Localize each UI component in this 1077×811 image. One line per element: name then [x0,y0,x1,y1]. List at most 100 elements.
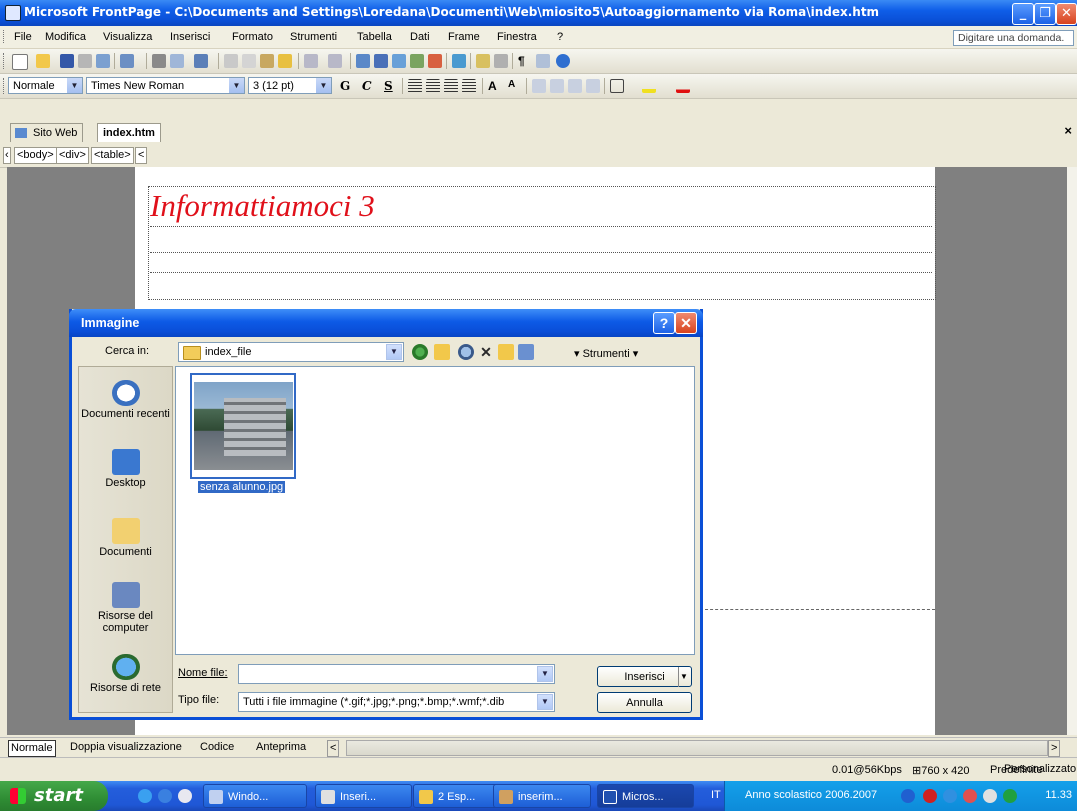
menu-visualizza[interactable]: Visualizza [103,31,152,43]
delete-icon[interactable]: ✕ [478,344,494,360]
insert-link-icon[interactable] [536,54,550,68]
cut-icon[interactable] [224,54,238,68]
format-painter-icon[interactable] [278,54,292,68]
menu-dati[interactable]: Dati [410,31,430,43]
tag-div[interactable]: <div> [56,147,89,164]
tab-site[interactable]: Sito Web [10,123,84,142]
increase-font-icon[interactable]: A [488,79,502,93]
menu-formato[interactable]: Formato [232,31,273,43]
task-windows[interactable]: Windo... [203,784,307,808]
publish-icon[interactable] [96,54,110,68]
place-desktop[interactable]: Desktop [79,449,172,489]
close-button[interactable]: ✕ [1056,3,1077,25]
increase-indent-icon[interactable] [586,79,600,93]
page-size-indicator[interactable]: ⊞760 x 420 [912,764,970,777]
open-icon[interactable] [36,54,50,68]
place-recent[interactable]: Documenti recenti [79,380,172,420]
place-documents[interactable]: Documenti [79,518,172,558]
show-all-icon[interactable]: ¶ [518,54,532,68]
tag-more[interactable]: < [135,147,148,164]
toggle-pane-icon[interactable] [120,54,134,68]
decrease-indent-icon[interactable] [568,79,582,93]
new-page-icon[interactable] [12,54,28,70]
menu-finestra[interactable]: Finestra [497,31,537,43]
look-in-select[interactable]: index_file ▼ [178,342,404,362]
security-icon[interactable] [963,789,977,803]
view-normal[interactable]: Normale [8,740,56,757]
ie-quicklaunch-icon[interactable] [138,789,152,803]
align-right-icon[interactable] [444,79,458,93]
underline-button[interactable]: S [384,79,393,93]
print-icon[interactable] [152,54,166,68]
font-select[interactable]: Times New Roman ▼ [86,77,245,94]
minimize-button[interactable]: _ [1012,3,1034,25]
drawing-icon[interactable] [428,54,442,68]
horizontal-scrollbar[interactable] [346,740,1048,756]
borders-icon[interactable] [610,79,624,93]
place-computer[interactable]: Risorse del computer [79,582,172,634]
font-size-select[interactable]: 3 (12 pt) ▼ [248,77,332,94]
menu-inserisci[interactable]: Inserisci [170,31,210,43]
paste-icon[interactable] [260,54,274,68]
browser-quicklaunch-icon[interactable] [158,789,172,803]
insert-button[interactable]: Inserisci ▼ [597,666,692,687]
messenger-icon[interactable] [1003,789,1017,803]
vertical-scrollbar[interactable] [1067,167,1077,735]
undo-icon[interactable] [304,54,318,68]
menu-frame[interactable]: Frame [448,31,480,43]
search-icon[interactable] [78,54,92,68]
network-icon[interactable] [943,789,957,803]
insert-layer-icon[interactable] [392,54,406,68]
place-network[interactable]: Risorse di rete [79,654,172,694]
chevron-double-icon[interactable] [901,789,915,803]
insert-table-icon[interactable] [374,54,388,68]
style-select[interactable]: Normale ▼ [8,77,83,94]
tag-body[interactable]: <body> [14,147,57,164]
tools-menu[interactable]: ▾ Strumenti ▾ [574,347,638,360]
start-button[interactable]: start [0,781,108,811]
decrease-font-icon[interactable]: A [508,79,522,93]
stop-icon[interactable] [494,54,508,68]
search-web-icon[interactable] [458,344,474,360]
cancel-button[interactable]: Annulla [597,692,692,713]
view-preview[interactable]: Anteprima [254,740,308,755]
tag-table[interactable]: <table> [91,147,134,164]
menu-help[interactable]: ? [557,31,563,43]
close-document-icon[interactable]: × [1064,123,1072,138]
file-type-select[interactable]: Tutti i file immagine (*.gif;*.jpg;*.png… [238,692,555,712]
menu-tabella[interactable]: Tabella [357,31,392,43]
dialog-close-button[interactable]: ✕ [675,312,697,334]
file-name-label[interactable]: senza alunno.jpg [198,481,286,493]
chevron-down-icon[interactable]: ▼ [678,667,689,687]
highlight-icon[interactable] [642,79,656,93]
task-inserimento[interactable]: inserim... [493,784,591,808]
refresh-icon[interactable] [476,54,490,68]
help-icon[interactable] [556,54,570,68]
view-code[interactable]: Codice [198,740,236,755]
hyperlink-icon[interactable] [452,54,466,68]
numbered-list-icon[interactable] [532,79,546,93]
align-center-icon[interactable] [426,79,440,93]
task-inserisci[interactable]: Inseri... [315,784,412,808]
chevron-left-icon[interactable]: < [327,740,340,757]
font-color-icon[interactable] [676,79,690,93]
web-component-icon[interactable] [356,54,370,68]
media-quicklaunch-icon[interactable] [178,789,192,803]
bold-button[interactable]: G [340,79,350,93]
dialog-help-button[interactable]: ? [653,312,675,334]
task-frontpage[interactable]: Micros... [597,784,694,808]
up-folder-icon[interactable] [434,344,450,360]
file-name-input[interactable]: ▼ [238,664,555,684]
ask-question-input[interactable]: Digitare una domanda. [953,30,1074,46]
restore-button[interactable]: ❐ [1034,3,1056,25]
menu-modifica[interactable]: Modifica [45,31,86,43]
justify-icon[interactable] [462,79,476,93]
italic-button[interactable]: C [362,79,372,93]
tag-scroll-left[interactable]: ‹ [3,147,11,164]
bulleted-list-icon[interactable] [550,79,564,93]
save-icon[interactable] [60,54,74,68]
menu-strumenti[interactable]: Strumenti [290,31,337,43]
tab-index[interactable]: index.htm [97,123,161,142]
redo-icon[interactable] [328,54,342,68]
chevron-right-icon[interactable]: > [1048,740,1061,757]
